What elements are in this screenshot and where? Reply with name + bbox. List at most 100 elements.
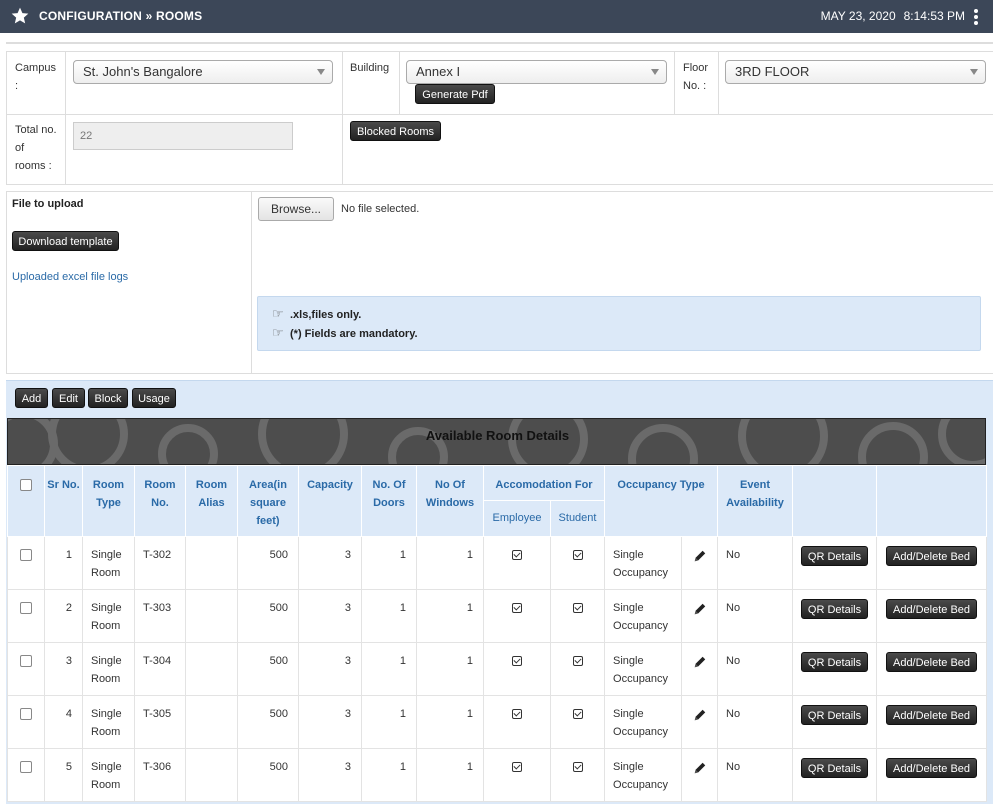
check-icon bbox=[512, 709, 522, 719]
check-icon bbox=[512, 603, 522, 613]
pencil-icon[interactable] bbox=[693, 549, 707, 563]
room-type-cell: Single Room bbox=[82, 695, 135, 749]
row-select-cell bbox=[7, 642, 45, 696]
floor-select[interactable]: 3RD FLOOR bbox=[725, 60, 986, 84]
room-no-cell: T-303 bbox=[134, 589, 186, 643]
campus-value: St. John's Bangalore bbox=[83, 64, 203, 79]
room-type-cell: Single Room bbox=[82, 748, 135, 802]
add-delete-bed-button[interactable]: Add/Delete Bed bbox=[886, 758, 978, 778]
capacity-cell: 3 bbox=[298, 695, 362, 749]
total-rooms-input: 22 bbox=[73, 122, 293, 150]
table-row[interactable]: 4 Single Room T-305 500 3 1 1 Single Occupancy N… bbox=[7, 695, 988, 749]
add-delete-bed-button[interactable]: Add/Delete Bed bbox=[886, 652, 978, 672]
table-row[interactable]: 2 Single Room T-303 500 3 1 1 Single Occupancy N… bbox=[7, 589, 988, 643]
rooms-table: Sr No. Room Type Room No. Room Alias Are… bbox=[7, 465, 988, 802]
capacity-cell: 3 bbox=[298, 748, 362, 802]
event-cell: No bbox=[717, 536, 794, 590]
row-checkbox[interactable] bbox=[20, 761, 32, 773]
building-select[interactable]: Annex I bbox=[406, 60, 667, 84]
table-row[interactable]: 1 Single Room T-302 500 3 1 1 Single Occupancy N… bbox=[7, 536, 988, 590]
chevron-down-icon bbox=[651, 69, 659, 75]
employee-cell bbox=[483, 536, 551, 590]
page-title: CONFIGURATION » ROOMS bbox=[39, 9, 203, 23]
qr-details-button[interactable]: QR Details bbox=[801, 758, 869, 778]
qr-cell: QR Details bbox=[792, 589, 878, 643]
add-delete-bed-button[interactable]: Add/Delete Bed bbox=[886, 599, 978, 619]
event-cell: No bbox=[717, 589, 794, 643]
row-select-cell bbox=[7, 536, 45, 590]
check-icon bbox=[512, 550, 522, 560]
room-no-cell: T-304 bbox=[134, 642, 186, 696]
occupancy-cell: Single Occupancy bbox=[604, 748, 683, 802]
row-checkbox[interactable] bbox=[20, 602, 32, 614]
room-alias-header[interactable]: Room Alias bbox=[185, 465, 238, 537]
qr-details-button[interactable]: QR Details bbox=[801, 599, 869, 619]
bed-cell: Add/Delete Bed bbox=[876, 536, 988, 590]
qr-details-button[interactable]: QR Details bbox=[801, 705, 869, 725]
qr-cell: QR Details bbox=[792, 748, 878, 802]
student-cell bbox=[549, 695, 606, 749]
total-rooms-label: Total no. of rooms : bbox=[15, 124, 57, 172]
row-select-cell bbox=[7, 695, 45, 749]
row-select-cell bbox=[7, 589, 45, 643]
pencil-icon[interactable] bbox=[693, 761, 707, 775]
campus-select[interactable]: St. John's Bangalore bbox=[73, 60, 333, 84]
star-icon[interactable] bbox=[10, 6, 30, 26]
blocked-rooms-button[interactable]: Blocked Rooms bbox=[350, 121, 441, 141]
note-xls: .xls,files only. bbox=[290, 309, 362, 321]
add-button[interactable]: Add bbox=[15, 388, 48, 408]
more-menu-icon[interactable] bbox=[969, 8, 983, 26]
row-checkbox[interactable] bbox=[20, 655, 32, 667]
area-header[interactable]: Area(in square feet) bbox=[237, 465, 299, 537]
row-checkbox[interactable] bbox=[20, 708, 32, 720]
floor-value: 3RD FLOOR bbox=[735, 64, 810, 79]
occupancy-header: Occupancy Type bbox=[604, 465, 719, 537]
row-checkbox[interactable] bbox=[20, 549, 32, 561]
date-text: MAY 23, 2020 bbox=[820, 9, 896, 23]
table-row[interactable]: 5 Single Room T-306 500 3 1 1 Single Occupancy N… bbox=[7, 748, 988, 802]
windows-header[interactable]: No Of Windows bbox=[416, 465, 484, 537]
qr-header bbox=[792, 465, 878, 537]
block-button[interactable]: Block bbox=[88, 388, 128, 408]
pencil-icon[interactable] bbox=[693, 655, 707, 669]
occupancy-cell: Single Occupancy bbox=[604, 642, 683, 696]
download-template-button[interactable]: Download template bbox=[12, 231, 119, 251]
add-delete-bed-button[interactable]: Add/Delete Bed bbox=[886, 705, 978, 725]
generate-pdf-button[interactable]: Generate Pdf bbox=[415, 84, 495, 104]
room-no-header[interactable]: Room No. bbox=[134, 465, 186, 537]
add-delete-bed-button[interactable]: Add/Delete Bed bbox=[886, 546, 978, 566]
select-all-checkbox[interactable] bbox=[20, 479, 32, 491]
select-all-header bbox=[7, 465, 45, 537]
sr-no-header[interactable]: Sr No. bbox=[44, 465, 83, 537]
campus-label: Campus : bbox=[15, 62, 56, 92]
windows-cell: 1 bbox=[416, 748, 484, 802]
doors-header[interactable]: No. Of Doors bbox=[361, 465, 417, 537]
room-type-header[interactable]: Room Type bbox=[82, 465, 135, 537]
capacity-header[interactable]: Capacity bbox=[298, 465, 362, 537]
uploaded-logs-link[interactable]: Uploaded excel file logs bbox=[12, 271, 128, 283]
edit-occupancy-cell bbox=[681, 748, 719, 802]
table-row[interactable]: 3 Single Room T-304 500 3 1 1 Single Occupancy N… bbox=[7, 642, 988, 696]
usage-button[interactable]: Usage bbox=[132, 388, 176, 408]
browse-button[interactable]: Browse... bbox=[258, 197, 334, 221]
room-no-cell: T-306 bbox=[134, 748, 186, 802]
qr-details-button[interactable]: QR Details bbox=[801, 546, 869, 566]
accomodation-header: Accomodation For bbox=[482, 465, 606, 501]
occupancy-cell: Single Occupancy bbox=[604, 695, 683, 749]
student-cell bbox=[549, 642, 606, 696]
room-type-cell: Single Room bbox=[82, 536, 135, 590]
edit-button[interactable]: Edit bbox=[52, 388, 85, 408]
capacity-cell: 3 bbox=[298, 589, 362, 643]
pointing-hand-icon: ☞ bbox=[272, 306, 284, 321]
event-cell: No bbox=[717, 695, 794, 749]
table-title: Available Room Details bbox=[425, 428, 570, 443]
doors-cell: 1 bbox=[361, 536, 417, 590]
bed-cell: Add/Delete Bed bbox=[876, 748, 988, 802]
pencil-icon[interactable] bbox=[693, 602, 707, 616]
qr-details-button[interactable]: QR Details bbox=[801, 652, 869, 672]
no-file-text: No file selected. bbox=[341, 203, 420, 215]
area-cell: 500 bbox=[237, 589, 299, 643]
pencil-icon[interactable] bbox=[693, 708, 707, 722]
bed-cell: Add/Delete Bed bbox=[876, 589, 988, 643]
event-cell: No bbox=[717, 748, 794, 802]
